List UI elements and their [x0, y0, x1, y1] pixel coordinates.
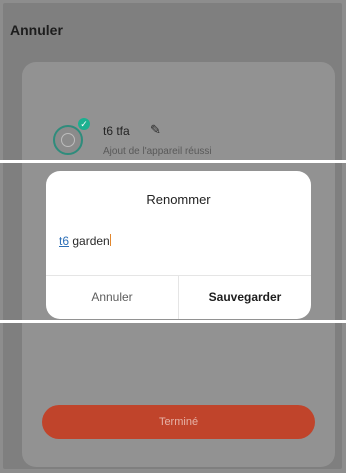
checkmark-icon: ✓ — [78, 118, 90, 130]
done-button[interactable]: Terminé — [42, 405, 315, 439]
input-rest: garden — [69, 234, 110, 248]
separator-line — [0, 320, 346, 323]
dialog-cancel-button[interactable]: Annuler — [46, 275, 178, 319]
rename-input[interactable]: t6 garden — [59, 232, 294, 250]
dialog-save-button[interactable]: Sauvegarder — [179, 275, 311, 319]
device-icon-inner — [61, 133, 75, 147]
text-cursor — [109, 234, 111, 246]
device-status: Ajout de l'appareil réussi — [103, 146, 212, 157]
device-name: t6 tfa — [103, 124, 130, 138]
separator-line — [0, 160, 346, 163]
dialog-title: Renommer — [146, 192, 211, 207]
rename-dialog: Renommer t6 garden Annuler Sauvegarder — [46, 171, 311, 319]
edit-pencil-icon[interactable]: ✎ — [150, 122, 161, 138]
top-cancel-link[interactable]: Annuler — [10, 22, 63, 38]
input-prefix: t6 — [59, 234, 70, 248]
device-icon — [53, 125, 83, 155]
